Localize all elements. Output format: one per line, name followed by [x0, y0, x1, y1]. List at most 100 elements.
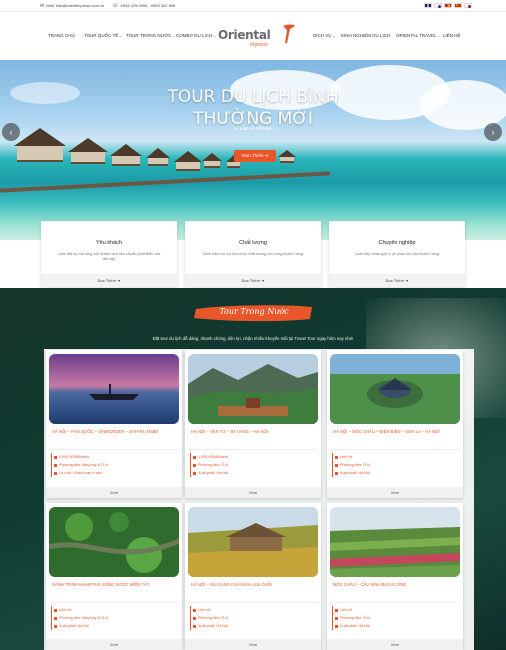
site-logo[interactable]: Oriental Impress: [218, 21, 298, 51]
chevron-down-icon: ⌄: [213, 33, 217, 38]
en-flag-icon[interactable]: [424, 3, 432, 8]
hero-more-button[interactable]: Xem Thêm ➜: [234, 150, 276, 162]
tour-card[interactable]: HÀ NỘI – PHÚ QUỐC – VINWONDER – SAFARI (…: [46, 350, 182, 498]
nav-oriental-travel[interactable]: ORIENTAL TRAVEL⌄: [396, 33, 441, 38]
nav-services[interactable]: DỊCH VỤ⌄: [313, 33, 336, 38]
tour-title[interactable]: HÀ NỘI – PHÚ QUỐC – VINWONDER – SAFARI (…: [52, 429, 178, 434]
tour-price: Liên hệ: [332, 606, 460, 614]
location-icon: [335, 624, 338, 628]
chevron-down-icon: ⌄: [437, 33, 441, 38]
location-icon: [54, 624, 57, 628]
tour-price: Liên hệ: [332, 453, 460, 461]
logo-tagline: Impress: [250, 42, 268, 48]
nav-contact[interactable]: LIÊN HỆ: [443, 33, 461, 38]
location-icon: [54, 471, 57, 475]
view-button[interactable]: Xem: [327, 639, 463, 650]
tour-info: 5.990.000đ/khách Phương tiện: Máy bay & …: [49, 449, 179, 477]
tour-departure: Lưu trú: Khách sạn 4 sao: [51, 469, 179, 477]
chevron-down-icon: ⌄: [119, 33, 123, 38]
tour-card[interactable]: HÀ NỘI – MỘC CHÂU – ĐIỆN BIÊN – SƠN LA –…: [327, 350, 463, 498]
tour-transport: Phương tiện: Ô tô: [332, 614, 460, 622]
location-icon: [335, 471, 338, 475]
tour-title[interactable]: MỘC CHÂU – CẦU KÍNH BẠCH LONG: [333, 582, 459, 587]
tour-departure: Xuất phát: Hà Nội: [332, 469, 460, 477]
water-villa: [68, 138, 108, 164]
tag-icon: [54, 455, 57, 459]
water-villa: [110, 144, 142, 166]
cn-flag-icon[interactable]: [454, 3, 462, 8]
tour-image[interactable]: [188, 507, 318, 577]
nav-international-tours[interactable]: TOUR QUỐC TẾ⌄: [84, 33, 123, 38]
feature-card: Chuyên nghiệp Luôn tiếp nhận góp ý và ph…: [329, 221, 465, 287]
view-button[interactable]: Xem: [185, 639, 321, 650]
read-more-button[interactable]: Đọc Thêm ➜: [329, 274, 465, 287]
jp-flag-icon[interactable]: [464, 3, 472, 8]
water-villa: [202, 153, 222, 168]
kr-flag-icon[interactable]: [434, 3, 442, 8]
nav-home[interactable]: TRANG CHỦ: [48, 33, 75, 38]
feature-desc: Đảm bảo mọi sự lựa chọn chất lượng cho t…: [202, 252, 304, 256]
view-button[interactable]: Xem: [46, 487, 182, 498]
phone-icon: ☏: [112, 2, 119, 9]
location-icon: [193, 471, 196, 475]
logo-name: Oriental: [218, 28, 271, 42]
tour-departure: Xuất phát: Hà Nội: [51, 622, 179, 630]
section-intro: Đặt tour du lịch dễ dàng, nhanh chóng, t…: [152, 336, 354, 341]
tour-image[interactable]: [330, 354, 460, 424]
view-button[interactable]: Xem: [185, 487, 321, 498]
tour-title[interactable]: HÀ NỘI – MỘC CHÂU – ĐIỆN BIÊN – SƠN LA –…: [333, 429, 459, 434]
view-button[interactable]: Xem: [46, 639, 182, 650]
tour-price: 5.990.000đ/khách: [51, 453, 179, 461]
chevron-left-icon[interactable]: ‹: [2, 123, 20, 141]
nav-domestic-tours[interactable]: TOUR TRONG NƯỚC⌄: [126, 33, 176, 38]
vn-flag-icon[interactable]: [444, 3, 452, 8]
nav-combo[interactable]: COMBO DU LỊCH⌄: [176, 33, 217, 38]
tag-icon: [193, 455, 196, 459]
tag-icon: [335, 455, 338, 459]
tour-transport: Phương tiện: Ô tô: [190, 614, 318, 622]
location-icon: [193, 624, 196, 628]
chevron-right-icon[interactable]: ›: [484, 123, 502, 141]
car-icon: [54, 463, 57, 467]
car-icon: [335, 616, 338, 620]
feature-title: Chất lượng: [239, 240, 267, 246]
tag-icon: [193, 608, 196, 612]
tour-image[interactable]: [49, 354, 179, 424]
tour-card[interactable]: MỘC CHÂU – CẦU KÍNH BẠCH LONG Liên hệ Ph…: [327, 503, 463, 650]
feature-card: Yêu khách Luôn đặt sự hài lòng của khách…: [41, 221, 177, 287]
tag-icon: [54, 608, 57, 612]
tour-title[interactable]: HÀ NỘI – MÙ CANG CHẢI MÙA LÚA CHÍN: [191, 582, 317, 587]
read-more-button[interactable]: Đọc Thêm ➜: [185, 274, 321, 287]
tour-title[interactable]: HÀ NỘI – YÊN TỬ – BA VÀNG – HÀ NỘI: [191, 429, 317, 434]
mail-icon: ✉: [40, 2, 45, 9]
tour-title[interactable]: HÀNH TRÌNH KHÁM PHÁ SÔNG NƯỚC MIỀN TÂY: [52, 582, 178, 587]
nav-travel-experience[interactable]: KINH NGHIỆM DU LỊCH: [341, 33, 390, 38]
read-more-button[interactable]: Đọc Thêm ➜: [41, 274, 177, 287]
tour-transport: Phương tiện: Máy bay & Ô tô: [51, 461, 179, 469]
topbar-phone[interactable]: 0943 429 0999 - 0983 362 508: [121, 3, 176, 8]
tour-transport: Phương tiện: Ô tô: [332, 461, 460, 469]
section-title: Tour Trong Nước: [219, 307, 289, 316]
tour-image[interactable]: [49, 507, 179, 577]
hero-title-line1: TOUR DU LỊCH BÌNH: [167, 87, 339, 107]
main-nav: TRANG CHỦ TOUR QUỐC TẾ⌄ TOUR TRONG NƯỚC⌄…: [0, 12, 506, 60]
tour-transport: Phương tiện: Ô tô: [190, 461, 318, 469]
tour-card[interactable]: HÀ NỘI – MÙ CANG CHẢI MÙA LÚA CHÍN Liên …: [185, 503, 321, 650]
tour-card[interactable]: HÀNH TRÌNH KHÁM PHÁ SÔNG NƯỚC MIỀN TÂY L…: [46, 503, 182, 650]
feature-desc: Luôn đặt sự hài lòng của khách làm tiêu …: [57, 252, 161, 261]
tour-price: Liên hệ: [190, 606, 318, 614]
language-switcher: [424, 3, 472, 8]
tour-card[interactable]: HÀ NỘI – YÊN TỬ – BA VÀNG – HÀ NỘI 1.055…: [185, 350, 321, 498]
tour-info: Liên hệ Phương tiện: Ô tô Xuất phát: Hà …: [188, 602, 318, 630]
topbar-email[interactable]: Mail: info@orientimpress.com.vn: [46, 3, 104, 8]
tour-departure: Xuất phát: Hà Nội: [190, 469, 318, 477]
feature-card: Chất lượng Đảm bảo mọi sự lựa chọn chất …: [185, 221, 321, 287]
tour-image[interactable]: [188, 354, 318, 424]
water-villa: [174, 151, 202, 171]
logo-swoosh-icon: [283, 24, 295, 43]
tour-image[interactable]: [330, 507, 460, 577]
hero-title: TOUR DU LỊCH BÌNH THƯỜNG MỚI: [0, 86, 506, 130]
view-button[interactable]: Xem: [327, 487, 463, 498]
car-icon: [54, 616, 57, 620]
tour-info: Liên hệ Phương tiện: Máy bay & Ô tô Xuất…: [49, 602, 179, 630]
